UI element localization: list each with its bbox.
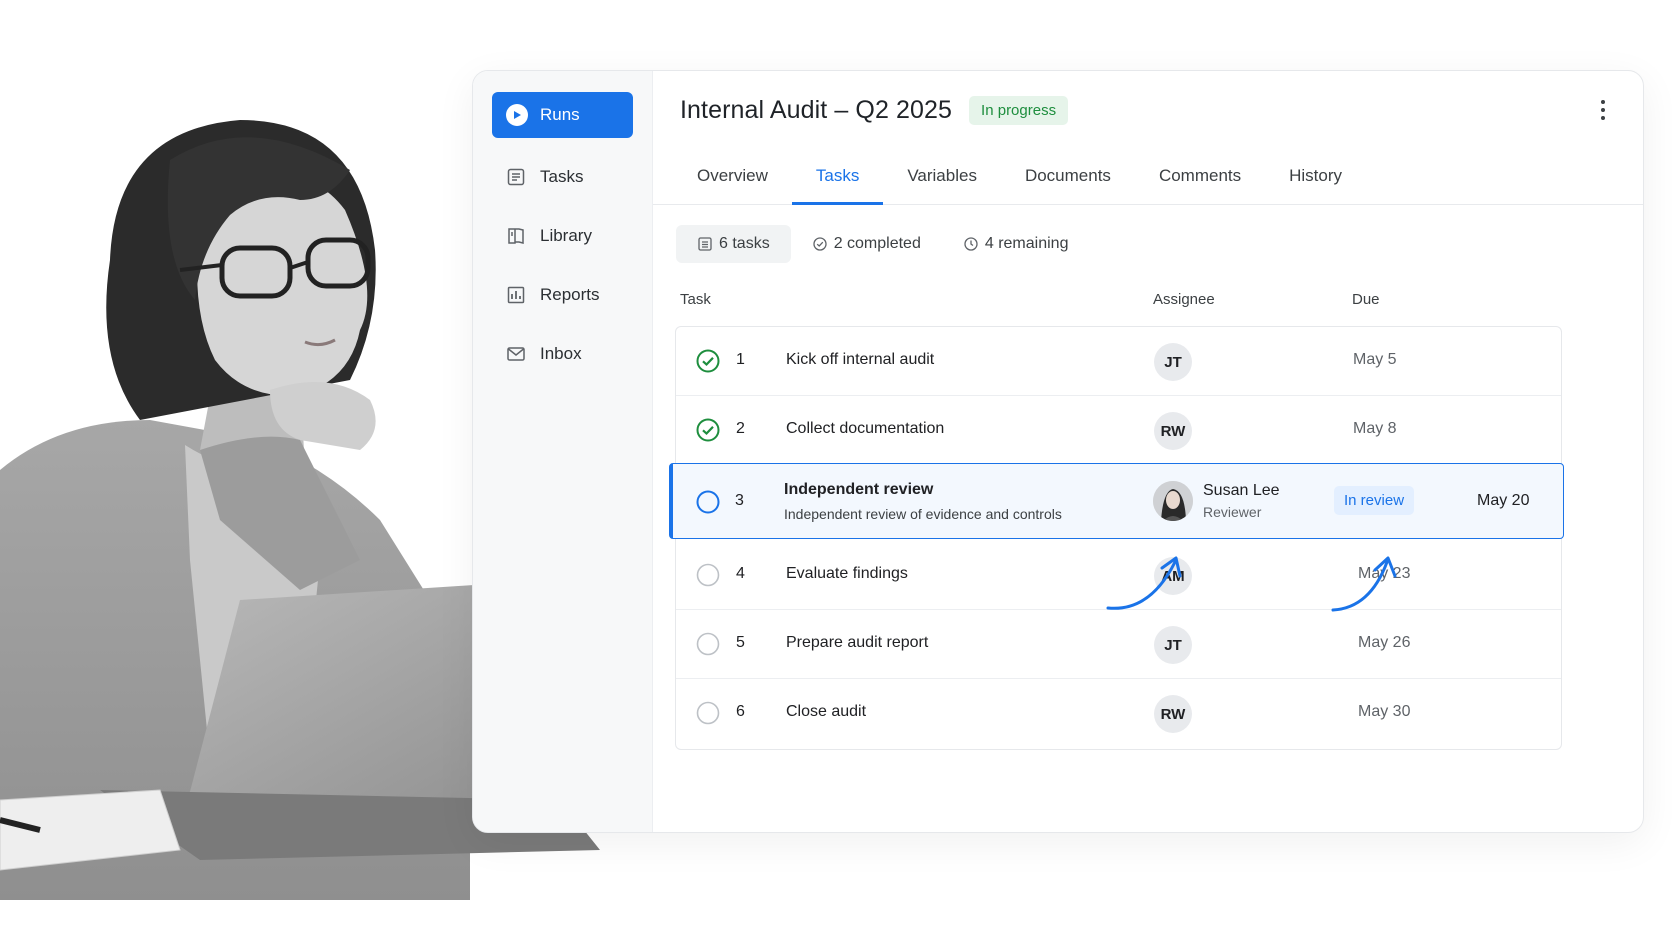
- status-badge: In progress: [969, 95, 1069, 125]
- sidebar-item-tasks[interactable]: Tasks: [492, 157, 633, 197]
- task-name[interactable]: Evaluate findings: [786, 565, 908, 583]
- column-assignee: Assignee: [1153, 290, 1215, 308]
- table-row[interactable]: 1 Kick off internal audit JT May 5: [676, 327, 1561, 396]
- sidebar-item-label: Reports: [540, 285, 600, 304]
- task-name[interactable]: Prepare audit report: [786, 634, 928, 652]
- tasks-icon: [507, 168, 525, 186]
- main-panel: Internal Audit – Q2 2025 In progress Ove…: [653, 71, 1643, 832]
- tab-comments[interactable]: Comments: [1135, 149, 1265, 205]
- task-name[interactable]: Independent review: [784, 481, 933, 499]
- sidebar-item-label: Tasks: [540, 167, 584, 186]
- table-row[interactable]: 2 Collect documentation RW May 8: [676, 396, 1561, 465]
- task-number: 3: [735, 492, 744, 509]
- annotation-arrow-icon: [1331, 556, 1397, 612]
- empty-circle-icon[interactable]: [696, 563, 720, 587]
- book-icon: [508, 228, 524, 244]
- tab-documents[interactable]: Documents: [1001, 149, 1135, 205]
- tab-overview[interactable]: Overview: [673, 149, 792, 205]
- page-header: Internal Audit – Q2 2025 In progress: [653, 71, 1643, 149]
- page-title: Internal Audit – Q2 2025: [680, 95, 953, 124]
- task-description: Independent review of evidence and contr…: [784, 506, 1062, 522]
- task-number: 2: [736, 420, 745, 437]
- stat-total[interactable]: 6 tasks: [676, 225, 791, 263]
- task-table: 1 Kick off internal audit JT May 5 2 Col…: [669, 326, 1564, 750]
- tab-tasks[interactable]: Tasks: [791, 149, 884, 205]
- column-due: Due: [1352, 290, 1380, 308]
- due-date: May 30: [1358, 703, 1411, 720]
- sidebar-item-label: Inbox: [540, 344, 582, 363]
- annotation-arrow-icon: [1106, 556, 1182, 610]
- table-row[interactable]: 6 Close audit RW May 30: [676, 679, 1561, 748]
- due-date: May 26: [1358, 634, 1411, 651]
- avatar[interactable]: JT: [1154, 626, 1192, 664]
- avatar[interactable]: [1153, 481, 1193, 521]
- table-row[interactable]: 5 Prepare audit report JT May 26: [676, 610, 1561, 679]
- mail-icon: [507, 347, 525, 361]
- app-window: Runs Tasks Library Reports Inbox Interna…: [472, 70, 1644, 833]
- check-circle-icon[interactable]: [696, 418, 720, 442]
- sidebar-item-label: Runs: [540, 105, 580, 124]
- task-name[interactable]: Collect documentation: [786, 420, 944, 438]
- stat-remaining[interactable]: 4 remaining: [942, 225, 1090, 263]
- check-circle-icon[interactable]: [696, 349, 720, 373]
- due-date: May 5: [1353, 351, 1397, 368]
- sidebar-item-reports[interactable]: Reports: [492, 275, 633, 315]
- sidebar-item-library[interactable]: Library: [492, 216, 633, 256]
- empty-circle-icon[interactable]: [696, 632, 720, 656]
- avatar[interactable]: JT: [1154, 343, 1192, 381]
- task-name[interactable]: Kick off internal audit: [786, 351, 934, 369]
- play-icon: [506, 104, 528, 126]
- sidebar-item-runs[interactable]: Runs: [492, 92, 633, 138]
- sidebar: Runs Tasks Library Reports Inbox: [473, 71, 653, 832]
- bar-chart-icon: [507, 286, 525, 304]
- task-number: 6: [736, 703, 745, 720]
- more-options-icon[interactable]: [1591, 98, 1615, 122]
- tab-history[interactable]: History: [1265, 149, 1366, 205]
- task-number: 1: [736, 351, 745, 368]
- task-number: 4: [736, 565, 745, 582]
- empty-circle-icon[interactable]: [696, 490, 720, 514]
- assignee-name: Susan Lee: [1203, 482, 1280, 499]
- task-stats: 6 tasks 2 completed 4 remaining: [676, 225, 1643, 263]
- tab-variables[interactable]: Variables: [883, 149, 1001, 205]
- review-status-badge[interactable]: In review: [1334, 486, 1415, 515]
- check-circle-icon: [813, 237, 827, 251]
- empty-circle-icon[interactable]: [696, 701, 720, 725]
- assignee-role: Reviewer: [1203, 504, 1262, 520]
- due-date: May 8: [1353, 420, 1397, 437]
- sidebar-item-label: Library: [540, 226, 592, 245]
- sidebar-item-inbox[interactable]: Inbox: [492, 334, 633, 374]
- avatar[interactable]: RW: [1154, 695, 1192, 733]
- table-header: Task Assignee Due: [653, 285, 1643, 313]
- stat-completed[interactable]: 2 completed: [791, 225, 942, 263]
- due-date: May 20: [1477, 492, 1530, 509]
- table-row-selected[interactable]: 3 Independent review Independent review …: [669, 463, 1564, 539]
- task-name[interactable]: Close audit: [786, 703, 866, 721]
- avatar[interactable]: RW: [1154, 412, 1192, 450]
- tab-bar: Overview Tasks Variables Documents Comme…: [653, 149, 1643, 205]
- clock-icon: [964, 237, 978, 251]
- column-task: Task: [680, 290, 711, 308]
- task-number: 5: [736, 634, 745, 651]
- list-icon: [698, 237, 712, 251]
